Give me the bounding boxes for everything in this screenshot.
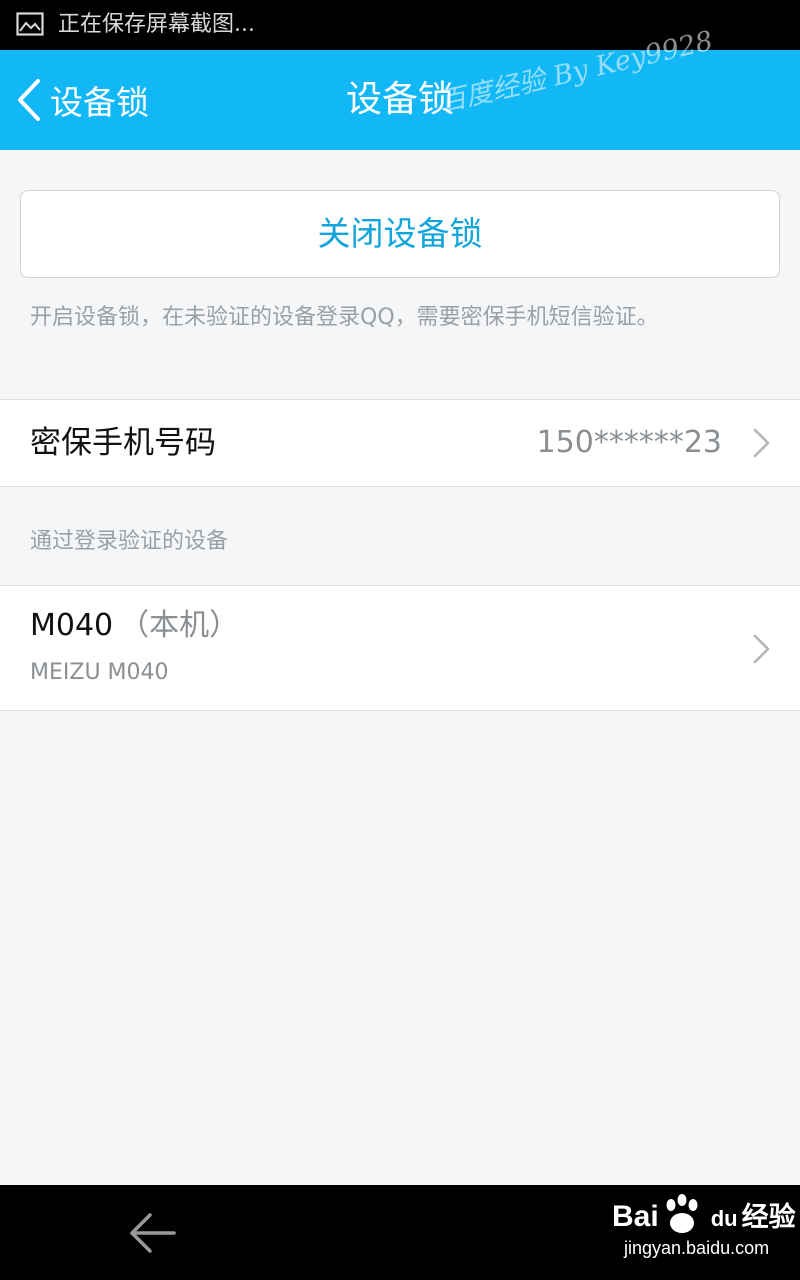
status-text: 正在保存屏幕截图... (58, 12, 255, 37)
chevron-right-icon (753, 428, 770, 458)
back-arrow-icon[interactable] (124, 1205, 180, 1261)
logo-text-part: Bai (612, 1200, 659, 1233)
security-phone-value: 150******23 (536, 425, 722, 460)
chevron-left-icon (18, 79, 40, 121)
logo-text-part: 经验 (741, 1202, 796, 1232)
device-model: MEIZU M040 (30, 660, 169, 685)
bottom-nav-bar: Bai du 经验 jingyan.baidu.com (0, 1185, 800, 1280)
chevron-right-icon (753, 634, 770, 664)
device-name: M040 (30, 608, 114, 643)
logo-text-part: du (710, 1206, 738, 1231)
device-name-line: M040 （本机） (30, 606, 239, 646)
baidu-url: jingyan.baidu.com (624, 1238, 770, 1258)
security-phone-label: 密保手机号码 (30, 425, 216, 461)
device-tag: （本机） (119, 608, 240, 643)
close-device-lock-button[interactable]: 关闭设备锁 (20, 190, 780, 278)
baidu-paw-icon (666, 1194, 698, 1233)
back-button[interactable]: 设备锁 (12, 50, 149, 150)
verified-devices-header: 通过登录验证的设备 (30, 529, 229, 554)
list-item[interactable]: M040 （本机） MEIZU M040 (0, 585, 800, 711)
image-icon (16, 12, 44, 36)
baidu-jingyan-logo: Bai du 经验 jingyan.baidu.com (612, 1193, 796, 1273)
security-phone-row[interactable]: 密保手机号码 150******23 (0, 399, 800, 487)
back-label: 设备锁 (50, 83, 149, 122)
device-lock-hint: 开启设备锁，在未验证的设备登录QQ，需要密保手机短信验证。 (30, 305, 659, 330)
